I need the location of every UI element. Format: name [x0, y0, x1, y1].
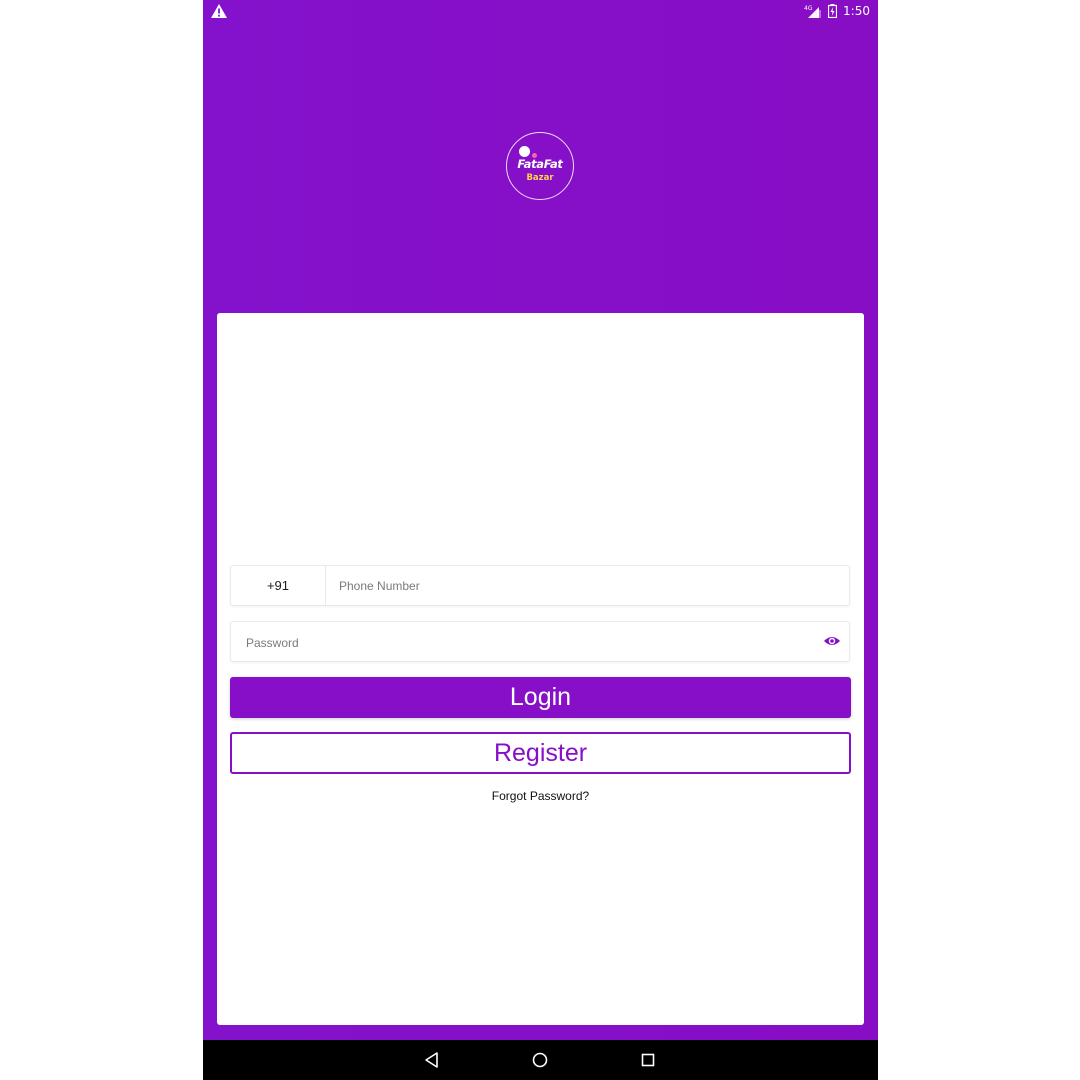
recents-icon[interactable]: [638, 1050, 658, 1070]
device-screen: 4G 1:50 FataFat Bazar +91 Phone Number L…: [203, 0, 878, 1080]
login-card: +91 Login Register Forgot Password?: [217, 313, 864, 1025]
password-input[interactable]: [244, 622, 808, 663]
logo-subtitle: Bazar: [526, 173, 554, 183]
app-logo: FataFat Bazar: [506, 132, 574, 200]
battery-charging-icon: [828, 4, 838, 18]
warning-icon: [211, 4, 227, 18]
home-icon[interactable]: [530, 1050, 550, 1070]
country-code-selector[interactable]: +91: [231, 566, 326, 605]
navigation-bar: [203, 1040, 878, 1080]
password-field-row: [230, 621, 850, 663]
eye-icon[interactable]: [823, 634, 841, 648]
forgot-password-link[interactable]: Forgot Password?: [217, 789, 864, 803]
phone-field-row: +91: [230, 565, 850, 606]
phone-number-input[interactable]: [326, 566, 849, 605]
login-button[interactable]: Login: [230, 677, 851, 718]
signal-icon: 4G: [804, 5, 822, 18]
logo-dot-white: [519, 146, 530, 157]
status-bar: 4G 1:50: [203, 0, 878, 22]
status-time: 1:50: [843, 4, 870, 18]
register-button[interactable]: Register: [230, 732, 851, 774]
network-type-label: 4G: [804, 5, 813, 12]
back-icon[interactable]: [422, 1050, 442, 1070]
logo-title: FataFat: [517, 157, 563, 171]
status-right-group: 4G 1:50: [804, 3, 870, 19]
